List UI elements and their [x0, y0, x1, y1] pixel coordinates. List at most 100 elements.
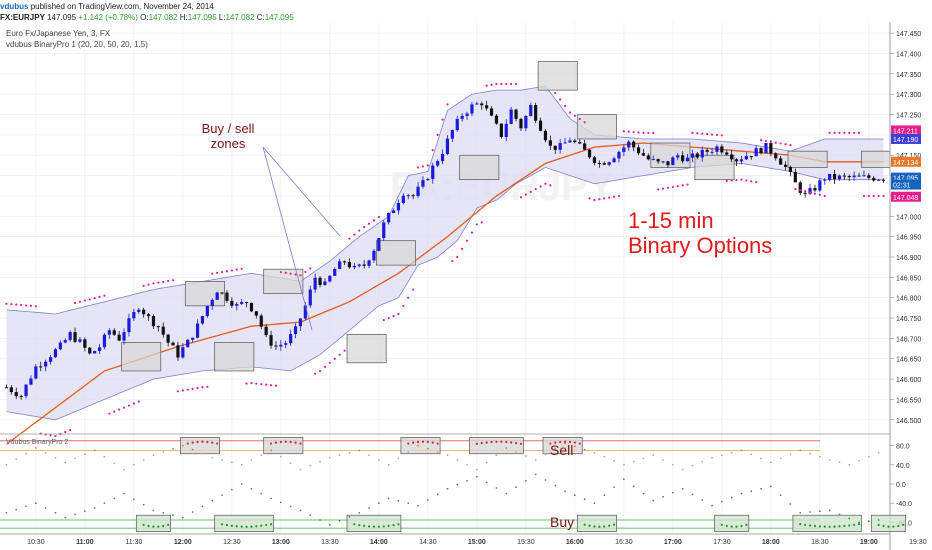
candle-down	[4, 387, 9, 389]
osc-buy-dot	[725, 524, 728, 528]
candle-up	[406, 195, 410, 197]
candle-down	[156, 326, 160, 328]
candle-up	[78, 339, 82, 342]
candle-up	[396, 203, 401, 211]
dot	[534, 188, 537, 191]
candle-down	[342, 261, 347, 263]
dot	[152, 282, 155, 285]
osc-sell-dot	[299, 442, 302, 445]
osc-sell-dot	[500, 440, 503, 443]
osc-buy-dot	[152, 525, 155, 528]
x-tick-label: 13:00	[272, 539, 290, 546]
osc-dot-gray	[250, 459, 253, 461]
osc-dot-black	[848, 517, 851, 520]
osc-sell-dot	[289, 440, 292, 444]
dot	[759, 139, 763, 142]
candle-up	[754, 148, 758, 157]
price-axis[interactable]: 146.500 146.550 146.600 146.650 146.700 146.7…	[889, 22, 932, 550]
osc-dot-black	[162, 511, 165, 514]
dot	[118, 408, 121, 411]
osc-buy-zone	[135, 514, 171, 532]
osc-buy-dot	[813, 524, 817, 528]
price-chart[interactable]: FX:EURJPY Buy / sellzones 1-15 min Binar…	[0, 0, 932, 550]
osc-buy-dot	[857, 523, 861, 526]
candle-up	[416, 186, 420, 197]
osc-dot-gray	[583, 448, 586, 451]
dot	[49, 434, 52, 437]
osc-buy-dot	[147, 524, 150, 528]
candle-up	[739, 159, 744, 162]
dot	[848, 131, 851, 134]
osc-dot-gray	[848, 463, 851, 466]
dot	[740, 178, 743, 181]
dot	[578, 117, 581, 121]
osc-dot-gray	[299, 468, 302, 471]
dot	[652, 131, 655, 134]
osc-dot-black	[397, 499, 400, 502]
osc-buy-dot	[828, 525, 831, 528]
dot	[235, 268, 238, 271]
y-tick-label: 146.650	[896, 357, 921, 364]
candle-down	[166, 334, 170, 343]
dot	[392, 314, 395, 318]
osc-sell-dot	[279, 440, 282, 444]
osc-sell-dot	[284, 440, 287, 443]
annotation-big-line1: 1-15 min	[628, 208, 714, 233]
dot	[211, 272, 214, 275]
osc-sell-dot	[485, 441, 488, 444]
candle-down	[151, 316, 156, 327]
candle-up	[107, 330, 111, 335]
osc-dot-black	[319, 519, 321, 521]
osc-dot-gray	[720, 454, 723, 457]
osc-dot-gray	[466, 463, 468, 466]
y-tick-label: 147.400	[896, 51, 921, 58]
candle-up	[558, 143, 562, 150]
candle-down	[254, 311, 258, 316]
candle-down	[264, 326, 268, 336]
candle-down	[347, 261, 352, 268]
candle-down	[220, 292, 224, 294]
osc-sell-dot	[416, 440, 420, 444]
dot	[588, 197, 591, 200]
candle-up	[191, 337, 195, 340]
osc-dot-black	[642, 492, 645, 495]
dot	[29, 304, 33, 307]
osc-buy-dot	[260, 524, 263, 527]
y-tick-label: 146.950	[896, 235, 921, 242]
osc-buy-dot	[353, 523, 356, 526]
candle-up	[333, 268, 337, 276]
candle-down	[641, 153, 646, 156]
candle-down	[19, 396, 23, 398]
candle-up	[837, 175, 842, 180]
osc-dot-gray	[44, 451, 47, 454]
zone-box	[459, 154, 500, 181]
osc-dot-black	[720, 500, 723, 503]
osc-dot-gray	[319, 460, 321, 463]
dot	[54, 434, 57, 438]
osc-dot-black	[152, 509, 155, 512]
osc-sell-zone	[263, 437, 304, 455]
dot	[808, 191, 812, 194]
dot	[15, 303, 18, 306]
dot	[20, 303, 23, 307]
candle-up	[455, 118, 459, 131]
osc-dot-gray	[123, 468, 125, 471]
dot	[554, 91, 557, 95]
dot	[603, 197, 606, 200]
x-tick-label: 17:00	[664, 539, 682, 546]
osc-dot-gray	[877, 451, 880, 454]
annotation-big-line2: Binary Options	[628, 233, 772, 258]
annotation-zones-line: Buy / sell	[202, 121, 255, 136]
candle-up	[303, 305, 307, 319]
candle-down	[636, 147, 641, 154]
candle-up	[357, 264, 361, 266]
osc-dot-gray	[358, 449, 361, 452]
osc-dot-gray	[142, 459, 145, 461]
dot	[333, 357, 336, 360]
osc-dot-gray	[5, 463, 8, 466]
osc-buy-dot	[887, 525, 890, 528]
x-tick-label: 13:30	[321, 539, 339, 546]
osc-dot-black	[230, 488, 233, 491]
osc-dot-black	[622, 478, 625, 481]
dot	[637, 131, 640, 134]
